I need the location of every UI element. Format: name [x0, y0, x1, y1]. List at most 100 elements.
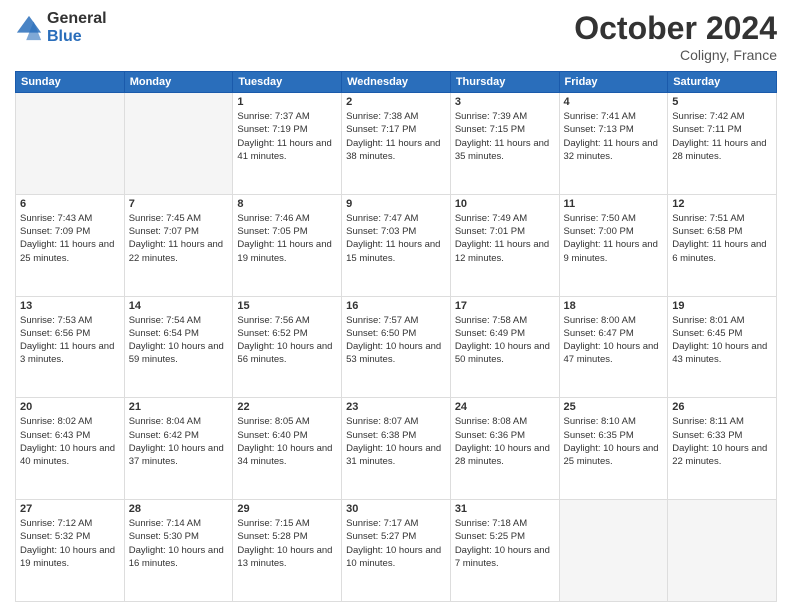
day-number: 18 [564, 300, 664, 312]
calendar-cell: 27Sunrise: 7:12 AM Sunset: 5:32 PM Dayli… [16, 500, 125, 602]
day-info: Sunrise: 7:17 AM Sunset: 5:27 PM Dayligh… [346, 517, 446, 570]
main-title: October 2024 [574, 10, 777, 47]
logo: General Blue [15, 10, 107, 45]
day-number: 3 [455, 96, 555, 108]
weekday-friday: Friday [559, 72, 668, 93]
calendar-cell: 17 Sunrise: 7:58 AM Sunset: 6:49 PM Dayli… [450, 296, 559, 398]
calendar-cell: 11 Sunrise: 7:50 AM Sunset: 7:00 PM Dayli… [559, 194, 668, 296]
title-block: October 2024 Coligny, France [574, 10, 777, 63]
day-info: Sunrise: 7:38 AM Sunset: 7:17 PM Dayligh… [346, 110, 446, 163]
calendar-cell: 23 Sunrise: 8:07 AM Sunset: 6:38 PM Dayli… [342, 398, 451, 500]
day-info: Sunrise: 7:42 AM Sunset: 7:11 PM Dayligh… [672, 110, 772, 163]
day-number: 30 [346, 503, 446, 515]
calendar-cell: 8 Sunrise: 7:46 AM Sunset: 7:05 PM Daylig… [233, 194, 342, 296]
day-info: Sunrise: 7:49 AM Sunset: 7:01 PM Dayligh… [455, 212, 555, 265]
day-number: 22 [237, 401, 337, 413]
day-info: Sunrise: 7:57 AM Sunset: 6:50 PM Dayligh… [346, 314, 446, 367]
day-info: Sunrise: 8:05 AM Sunset: 6:40 PM Dayligh… [237, 415, 337, 468]
day-info: Sunrise: 7:41 AM Sunset: 7:13 PM Dayligh… [564, 110, 664, 163]
weekday-monday: Monday [124, 72, 233, 93]
day-info: Sunrise: 7:46 AM Sunset: 7:05 PM Dayligh… [237, 212, 337, 265]
calendar-cell: 20 Sunrise: 8:02 AM Sunset: 6:43 PM Dayli… [16, 398, 125, 500]
day-number: 14 [129, 300, 229, 312]
calendar-cell [559, 500, 668, 602]
day-info: Sunrise: 8:02 AM Sunset: 6:43 PM Dayligh… [20, 415, 120, 468]
day-info: Sunrise: 7:47 AM Sunset: 7:03 PM Dayligh… [346, 212, 446, 265]
day-number: 17 [455, 300, 555, 312]
calendar-cell: 30 Sunrise: 7:17 AM Sunset: 5:27 PM Dayli… [342, 500, 451, 602]
calendar-cell: 4Sunrise: 7:41 AM Sunset: 7:13 PM Daylig… [559, 93, 668, 195]
calendar-cell: 5Sunrise: 7:42 AM Sunset: 7:11 PM Daylig… [668, 93, 777, 195]
day-number: 23 [346, 401, 446, 413]
day-number: 19 [672, 300, 772, 312]
day-number: 7 [129, 198, 229, 210]
day-number: 20 [20, 401, 120, 413]
calendar-week-4: 20 Sunrise: 8:02 AM Sunset: 6:43 PM Dayli… [16, 398, 777, 500]
logo-blue-text: Blue [47, 28, 107, 46]
day-info: Sunrise: 7:12 AM Sunset: 5:32 PM Dayligh… [20, 517, 120, 570]
subtitle: Coligny, France [574, 47, 777, 63]
calendar-cell: 16 Sunrise: 7:57 AM Sunset: 6:50 PM Dayli… [342, 296, 451, 398]
day-info: Sunrise: 7:53 AM Sunset: 6:56 PM Dayligh… [20, 314, 120, 367]
calendar-cell [124, 93, 233, 195]
calendar-cell [16, 93, 125, 195]
day-info: Sunrise: 7:54 AM Sunset: 6:54 PM Dayligh… [129, 314, 229, 367]
day-number: 11 [564, 198, 664, 210]
weekday-wednesday: Wednesday [342, 72, 451, 93]
logo-icon [15, 14, 43, 42]
day-number: 16 [346, 300, 446, 312]
day-info: Sunrise: 7:39 AM Sunset: 7:15 PM Dayligh… [455, 110, 555, 163]
calendar-cell [668, 500, 777, 602]
day-number: 2 [346, 96, 446, 108]
day-info: Sunrise: 7:45 AM Sunset: 7:07 PM Dayligh… [129, 212, 229, 265]
day-number: 29 [237, 503, 337, 515]
day-number: 24 [455, 401, 555, 413]
day-number: 8 [237, 198, 337, 210]
calendar-cell: 12Sunrise: 7:51 AM Sunset: 6:58 PM Dayli… [668, 194, 777, 296]
calendar: Sunday Monday Tuesday Wednesday Thursday… [15, 71, 777, 602]
day-number: 13 [20, 300, 120, 312]
calendar-week-5: 27Sunrise: 7:12 AM Sunset: 5:32 PM Dayli… [16, 500, 777, 602]
calendar-cell: 29 Sunrise: 7:15 AM Sunset: 5:28 PM Dayli… [233, 500, 342, 602]
day-info: Sunrise: 7:18 AM Sunset: 5:25 PM Dayligh… [455, 517, 555, 570]
weekday-row: Sunday Monday Tuesday Wednesday Thursday… [16, 72, 777, 93]
calendar-cell: 1Sunrise: 7:37 AM Sunset: 7:19 PM Daylig… [233, 93, 342, 195]
page: General Blue October 2024 Coligny, Franc… [0, 0, 792, 612]
day-info: Sunrise: 8:04 AM Sunset: 6:42 PM Dayligh… [129, 415, 229, 468]
day-number: 1 [237, 96, 337, 108]
calendar-cell: 9 Sunrise: 7:47 AM Sunset: 7:03 PM Daylig… [342, 194, 451, 296]
day-info: Sunrise: 8:10 AM Sunset: 6:35 PM Dayligh… [564, 415, 664, 468]
day-info: Sunrise: 7:50 AM Sunset: 7:00 PM Dayligh… [564, 212, 664, 265]
day-info: Sunrise: 7:56 AM Sunset: 6:52 PM Dayligh… [237, 314, 337, 367]
logo-general-text: General [47, 10, 107, 28]
day-number: 15 [237, 300, 337, 312]
day-number: 25 [564, 401, 664, 413]
day-number: 9 [346, 198, 446, 210]
calendar-cell: 13 Sunrise: 7:53 AM Sunset: 6:56 PM Dayli… [16, 296, 125, 398]
day-info: Sunrise: 7:51 AM Sunset: 6:58 PM Dayligh… [672, 212, 772, 265]
calendar-week-1: 1Sunrise: 7:37 AM Sunset: 7:19 PM Daylig… [16, 93, 777, 195]
logo-text: General Blue [47, 10, 107, 45]
day-number: 28 [129, 503, 229, 515]
calendar-cell: 22 Sunrise: 8:05 AM Sunset: 6:40 PM Dayli… [233, 398, 342, 500]
day-info: Sunrise: 8:01 AM Sunset: 6:45 PM Dayligh… [672, 314, 772, 367]
calendar-cell: 6Sunrise: 7:43 AM Sunset: 7:09 PM Daylig… [16, 194, 125, 296]
calendar-cell: 31 Sunrise: 7:18 AM Sunset: 5:25 PM Dayli… [450, 500, 559, 602]
calendar-cell: 28 Sunrise: 7:14 AM Sunset: 5:30 PM Dayli… [124, 500, 233, 602]
calendar-cell: 14 Sunrise: 7:54 AM Sunset: 6:54 PM Dayli… [124, 296, 233, 398]
day-info: Sunrise: 8:07 AM Sunset: 6:38 PM Dayligh… [346, 415, 446, 468]
day-number: 10 [455, 198, 555, 210]
header: General Blue October 2024 Coligny, Franc… [15, 10, 777, 63]
day-info: Sunrise: 8:11 AM Sunset: 6:33 PM Dayligh… [672, 415, 772, 468]
day-number: 31 [455, 503, 555, 515]
day-info: Sunrise: 8:00 AM Sunset: 6:47 PM Dayligh… [564, 314, 664, 367]
calendar-cell: 10 Sunrise: 7:49 AM Sunset: 7:01 PM Dayli… [450, 194, 559, 296]
calendar-body: 1Sunrise: 7:37 AM Sunset: 7:19 PM Daylig… [16, 93, 777, 602]
day-info: Sunrise: 7:14 AM Sunset: 5:30 PM Dayligh… [129, 517, 229, 570]
day-info: Sunrise: 7:43 AM Sunset: 7:09 PM Dayligh… [20, 212, 120, 265]
day-info: Sunrise: 7:58 AM Sunset: 6:49 PM Dayligh… [455, 314, 555, 367]
calendar-cell: 19 Sunrise: 8:01 AM Sunset: 6:45 PM Dayli… [668, 296, 777, 398]
calendar-cell: 3 Sunrise: 7:39 AM Sunset: 7:15 PM Daylig… [450, 93, 559, 195]
day-info: Sunrise: 8:08 AM Sunset: 6:36 PM Dayligh… [455, 415, 555, 468]
day-info: Sunrise: 7:15 AM Sunset: 5:28 PM Dayligh… [237, 517, 337, 570]
